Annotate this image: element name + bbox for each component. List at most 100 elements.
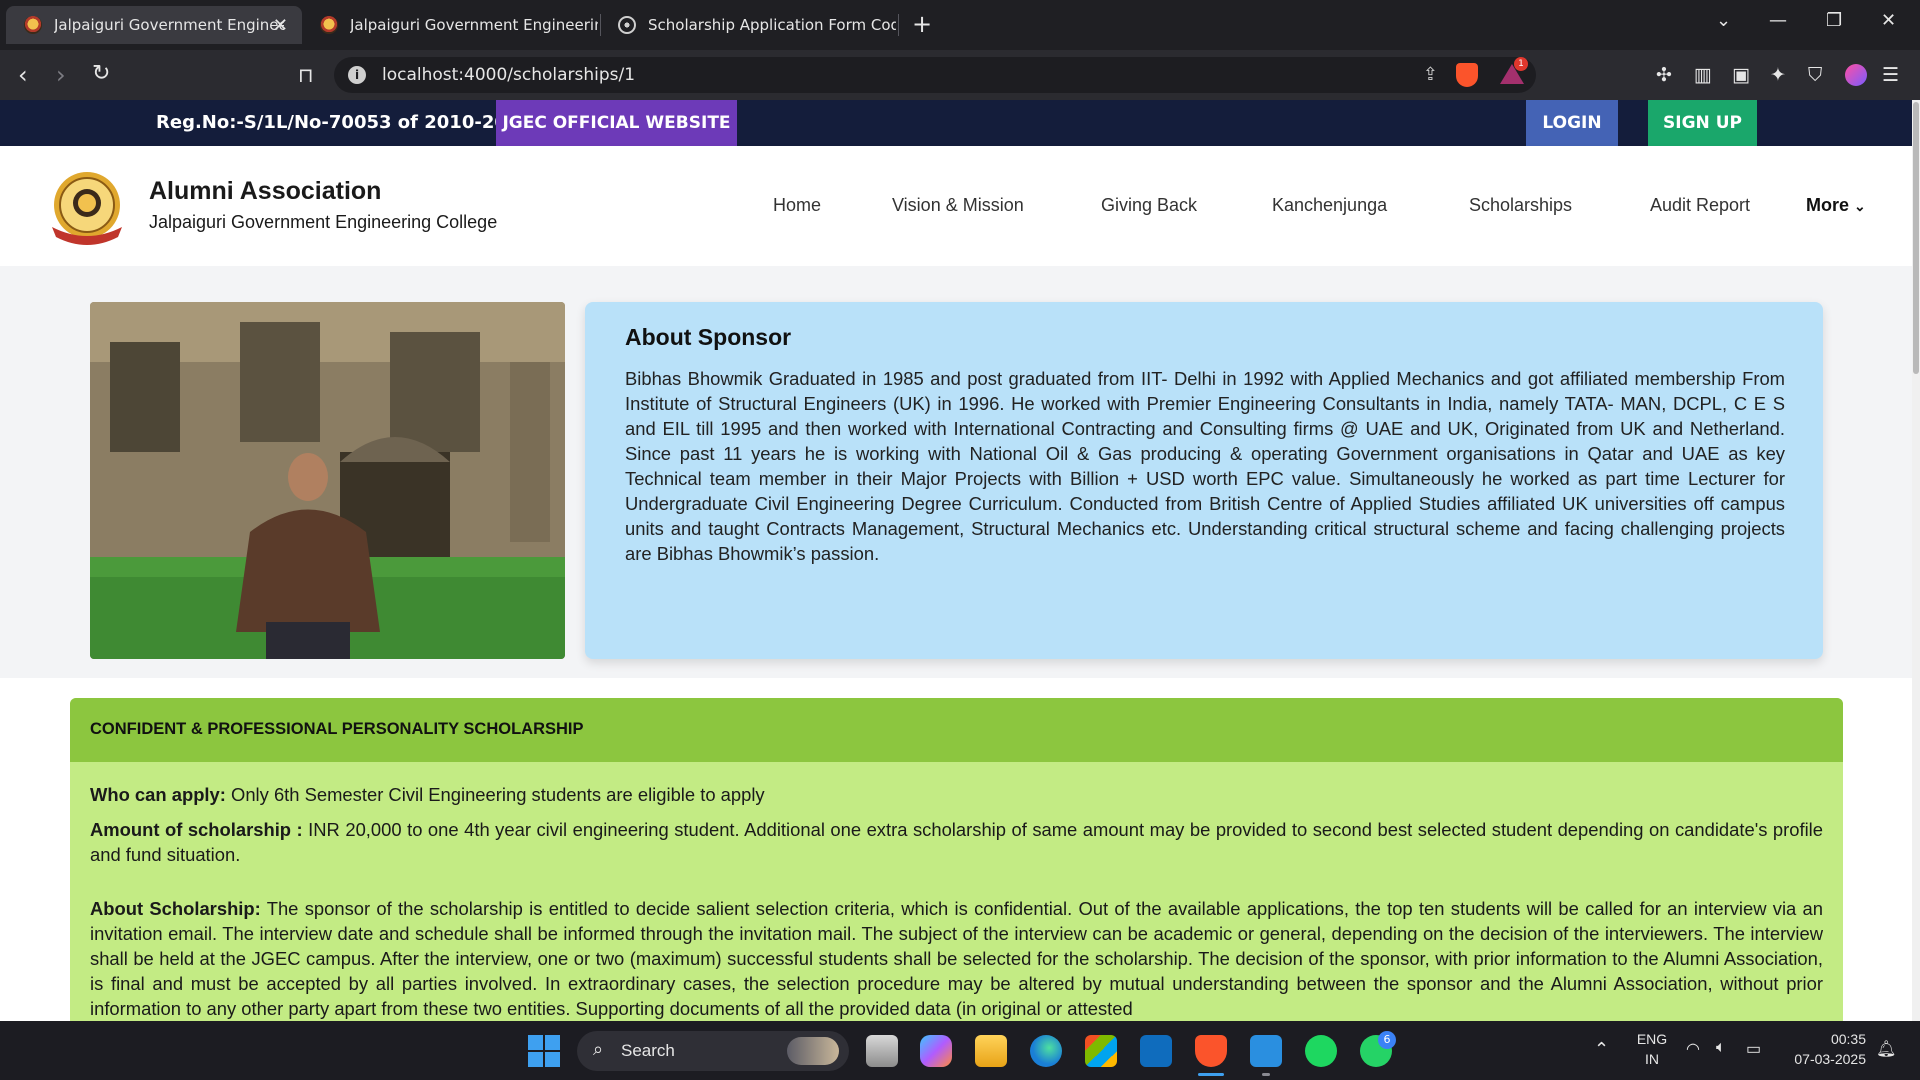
scrollbar-thumb[interactable] [1913, 102, 1919, 374]
scholarship-card: CONFIDENT & PROFESSIONAL PERSONALITY SCH… [70, 698, 1843, 1021]
address-bar[interactable]: i localhost:4000/scholarships/1 ⇪ 1 [334, 57, 1536, 93]
share-icon[interactable]: ⇪ [1423, 64, 1438, 85]
minimize-icon[interactable]: — [1769, 10, 1787, 31]
nav-scholarships[interactable]: Scholarships [1469, 195, 1572, 216]
notification-badge: 1 [1514, 57, 1528, 71]
globe-favicon-icon [618, 16, 636, 34]
signup-button[interactable]: SIGN UP [1648, 100, 1757, 146]
registration-number: Reg.No:-S/1L/No-70053 of 2010-2011. [156, 112, 539, 133]
show-hidden-icons-icon[interactable]: ⌃ [1594, 1039, 1609, 1060]
reload-icon[interactable]: ↻ [92, 61, 110, 86]
nav-more-label: More [1806, 195, 1850, 215]
sponsor-section: About Sponsor Bibhas Bhowmik Graduated i… [0, 266, 1912, 678]
scholarship-amount-label: Amount of scholarship : [90, 819, 303, 840]
window-close-icon[interactable]: ✕ [1881, 10, 1896, 31]
sidebar-icon[interactable]: ▥ [1694, 64, 1712, 86]
scholarship-amount-text: INR 20,000 to one 4th year civil enginee… [90, 819, 1823, 865]
web-page: Reg.No:-S/1L/No-70053 of 2010-2011. JGEC… [0, 100, 1920, 1021]
outlook-icon[interactable] [1140, 1035, 1172, 1067]
about-sponsor-heading: About Sponsor [625, 324, 792, 350]
browser-tab-1[interactable]: Jalpaiguri Government Enginee ✕ [6, 6, 302, 44]
page-scrollbar[interactable] [1912, 100, 1920, 1021]
active-app-indicator [1198, 1073, 1224, 1076]
sponsor-photo [90, 302, 565, 659]
about-scholarship-text: The sponsor of the scholarship is entitl… [90, 898, 1823, 1019]
nav-more[interactable]: More ⌄ [1806, 195, 1866, 216]
tab-title: Jalpaiguri Government Engineering [350, 16, 598, 34]
login-button[interactable]: LOGIN [1526, 100, 1618, 146]
who-can-apply: Who can apply: Only 6th Semester Civil E… [90, 782, 1823, 807]
store-icon[interactable] [1085, 1035, 1117, 1067]
back-icon[interactable]: ‹ [18, 61, 28, 89]
spotify-icon[interactable] [1305, 1035, 1337, 1067]
college-favicon-icon [320, 16, 338, 34]
browser-tab-3[interactable]: Scholarship Application Form Code [600, 6, 896, 44]
windows-start-icon[interactable] [528, 1035, 560, 1067]
vscode-icon[interactable] [1250, 1035, 1282, 1067]
about-scholarship-label: About Scholarship: [90, 898, 261, 919]
tab-title: Jalpaiguri Government Enginee [54, 16, 284, 34]
about-sponsor-card: About Sponsor Bibhas Bhowmik Graduated i… [585, 302, 1823, 659]
new-tab-icon[interactable]: + [912, 10, 932, 38]
college-logo[interactable] [44, 169, 130, 247]
wallet-icon[interactable]: ▣ [1732, 64, 1750, 86]
edge-icon[interactable] [1030, 1035, 1062, 1067]
top-strip: Reg.No:-S/1L/No-70053 of 2010-2011. JGEC… [0, 100, 1912, 146]
scholarship-amount: Amount of scholarship : INR 20,000 to on… [90, 817, 1823, 867]
leo-icon[interactable]: ✦ [1770, 64, 1786, 86]
whatsapp-badge: 6 [1378, 1031, 1396, 1049]
clock-time[interactable]: 00:35 [1782, 1031, 1866, 1047]
chevron-down-icon: ⌄ [1854, 198, 1866, 214]
site-subtitle: Jalpaiguri Government Engineering Colleg… [149, 212, 498, 232]
taskbar-search-label: Search [621, 1041, 675, 1060]
about-scholarship: About Scholarship: The sponsor of the sc… [90, 896, 1823, 1021]
wifi-icon[interactable]: ◠ [1686, 1039, 1700, 1059]
region-indicator[interactable]: IN [1634, 1051, 1670, 1067]
brave-icon[interactable] [1195, 1035, 1227, 1067]
who-can-apply-text: Only 6th Semester Civil Engineering stud… [225, 784, 765, 805]
tab-separator [898, 14, 899, 36]
bookmark-icon[interactable]: ⊓ [298, 63, 314, 87]
official-website-button[interactable]: JGEC OFFICIAL WEBSITE [496, 100, 737, 146]
forward-icon[interactable]: › [56, 61, 66, 89]
clock-date[interactable]: 07-03-2025 [1782, 1051, 1866, 1067]
scholarship-header: CONFIDENT & PROFESSIONAL PERSONALITY SCH… [70, 698, 1843, 762]
profile-avatar[interactable] [1845, 64, 1867, 86]
taskbar-search[interactable]: ⌕ Search [577, 1031, 849, 1071]
nav-kanchenjunga[interactable]: Kanchenjunga [1272, 195, 1387, 216]
about-sponsor-text: Bibhas Bhowmik Graduated in 1985 and pos… [625, 368, 1785, 564]
browser-tab-2[interactable]: Jalpaiguri Government Engineering [302, 6, 598, 44]
file-explorer-icon[interactable] [975, 1035, 1007, 1067]
who-can-apply-label: Who can apply: [90, 784, 226, 805]
menu-icon[interactable]: ☰ [1882, 64, 1899, 86]
browser-toolbar: ‹ › ↻ ⊓ i localhost:4000/scholarships/1 … [0, 50, 1920, 100]
nav-audit-report[interactable]: Audit Report [1650, 195, 1750, 216]
battery-icon[interactable]: ▭ [1746, 1039, 1761, 1059]
search-highlight-image [787, 1037, 839, 1065]
url-text[interactable]: localhost:4000/scholarships/1 [382, 65, 635, 85]
language-indicator[interactable]: ENG [1634, 1031, 1670, 1047]
college-favicon-icon [24, 16, 42, 34]
volume-icon[interactable]: 🔈︎ [1716, 1039, 1726, 1057]
browser-tab-bar: Jalpaiguri Government Enginee ✕ Jalpaigu… [0, 0, 1920, 50]
open-app-indicator [1262, 1073, 1270, 1076]
maximize-icon[interactable]: ❐ [1826, 10, 1842, 31]
task-view-icon[interactable] [866, 1035, 898, 1067]
site-title[interactable]: Alumni Association [149, 177, 381, 206]
vpn-icon[interactable]: ⛉ [1808, 64, 1822, 86]
search-icon: ⌕ [593, 1039, 604, 1060]
brave-shield-icon[interactable] [1456, 63, 1478, 87]
close-tab-icon[interactable]: ✕ [273, 15, 288, 36]
nav-vision-mission[interactable]: Vision & Mission [892, 195, 1024, 216]
nav-giving-back[interactable]: Giving Back [1101, 195, 1197, 216]
notifications-icon[interactable]: 🔔︎ [1876, 1039, 1896, 1059]
tab-title: Scholarship Application Form Code [648, 16, 896, 34]
nav-home[interactable]: Home [773, 195, 821, 216]
extensions-icon[interactable]: ✣ [1656, 64, 1672, 86]
scholarship-title: CONFIDENT & PROFESSIONAL PERSONALITY SCH… [90, 720, 584, 738]
windows-taskbar: ⌕ Search 6 ⌃ ENG IN ◠ 🔈︎ ▭ 00:35 07-03-2… [0, 1021, 1920, 1080]
tab-search-chevron-icon[interactable]: ⌄ [1716, 10, 1731, 31]
info-icon[interactable]: i [348, 66, 366, 84]
copilot-icon[interactable] [920, 1035, 952, 1067]
scholarship-section: CONFIDENT & PROFESSIONAL PERSONALITY SCH… [0, 678, 1912, 1021]
